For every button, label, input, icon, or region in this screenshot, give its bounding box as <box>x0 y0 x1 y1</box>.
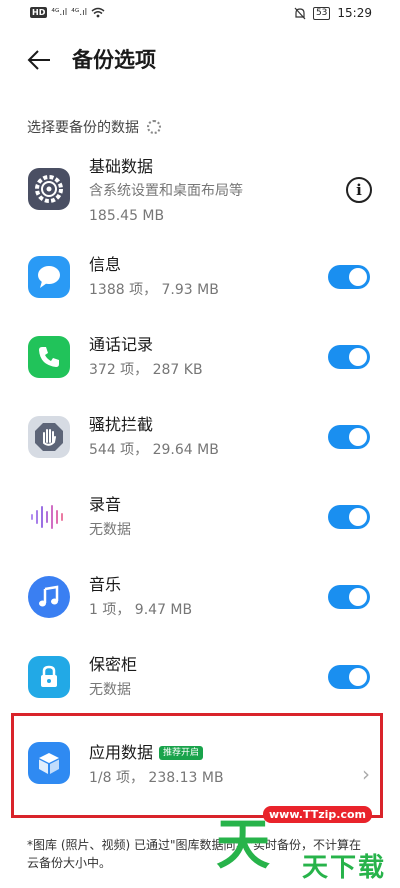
list-item-harassment-filter[interactable]: 骚扰拦截 544 项， 29.64 MB <box>0 404 400 484</box>
message-bubble-icon <box>28 256 70 298</box>
info-icon[interactable]: i <box>346 177 372 203</box>
item-sub: 1388 项， 7.93 MB <box>89 282 219 298</box>
watermark-big-char: 天 <box>216 813 270 876</box>
toggle-knob <box>349 348 367 366</box>
toggle-knob <box>349 428 367 446</box>
section-label: 选择要备份的数据 <box>27 117 161 137</box>
list-item-recordings[interactable]: 录音 无数据 <box>0 484 400 564</box>
settings-gear-icon <box>28 168 70 210</box>
sound-wave-icon <box>28 496 70 538</box>
loading-spinner-icon <box>147 120 161 134</box>
item-sub: 1 项， 9.47 MB <box>89 602 193 618</box>
toggle-switch[interactable] <box>328 665 370 689</box>
toggle-switch[interactable] <box>328 505 370 529</box>
item-name: 保密柜 <box>89 655 138 674</box>
section-label-text: 选择要备份的数据 <box>27 120 139 136</box>
toggle-switch[interactable] <box>328 425 370 449</box>
item-sub: 无数据 <box>89 682 131 698</box>
signal-icon-2: ⁴ᴳ.ıl <box>71 7 88 18</box>
toggle-knob <box>349 508 367 526</box>
block-hand-icon <box>28 416 70 458</box>
item-size: 185.45 MB <box>89 208 165 224</box>
battery-icon: 53 <box>312 6 331 20</box>
toggle-knob <box>349 268 367 286</box>
status-left: HD ⁴ᴳ.ıl ⁴ᴳ.ıl <box>30 7 105 18</box>
toggle-knob <box>349 668 367 686</box>
toggle-switch[interactable] <box>328 585 370 609</box>
item-name: 录音 <box>89 495 122 514</box>
watermark-url: www.TTzip.com <box>263 806 372 823</box>
item-name: 基础数据 <box>89 157 154 176</box>
item-sub: 无数据 <box>89 522 131 538</box>
phone-icon <box>28 336 70 378</box>
item-name: 通话记录 <box>89 335 154 354</box>
item-name: 音乐 <box>89 575 122 594</box>
status-bar: HD ⁴ᴳ.ıl ⁴ᴳ.ıl 53 15:29 <box>0 0 400 30</box>
toggle-switch[interactable] <box>328 265 370 289</box>
list-item-music[interactable]: 音乐 1 项， 9.47 MB <box>0 564 400 644</box>
hd-badge: HD <box>30 7 48 18</box>
clock: 15:29 <box>337 6 372 20</box>
page-title: 备份选项 <box>72 48 156 72</box>
item-sub: 544 项， 29.64 MB <box>89 442 219 458</box>
toggle-switch[interactable] <box>328 345 370 369</box>
status-right: 53 15:29 <box>294 6 372 20</box>
list-item-call-log[interactable]: 通话记录 372 项， 287 KB <box>0 324 400 404</box>
item-desc: 含系统设置和桌面布局等 <box>89 183 243 199</box>
list-item-messages[interactable]: 信息 1388 项， 7.93 MB <box>0 244 400 324</box>
item-name: 骚扰拦截 <box>89 415 154 434</box>
item-name: 信息 <box>89 255 122 274</box>
signal-icon: ⁴ᴳ.ıl <box>51 7 68 18</box>
music-note-icon <box>28 576 70 618</box>
list-item-safe[interactable]: 保密柜 无数据 <box>0 644 400 724</box>
wifi-icon <box>91 7 105 18</box>
mute-icon <box>294 7 306 19</box>
lock-icon <box>28 656 70 698</box>
back-arrow-icon[interactable] <box>26 46 54 74</box>
app-header: 备份选项 <box>0 38 400 82</box>
item-sub: 372 项， 287 KB <box>89 362 203 378</box>
toggle-knob <box>349 588 367 606</box>
list-item-basic-data[interactable]: 基础数据 含系统设置和桌面布局等 185.45 MB i <box>0 148 400 228</box>
watermark-text: 天下载 <box>301 853 386 883</box>
watermark-logo: 天 www.TTzip.com 天下载 <box>212 798 390 888</box>
